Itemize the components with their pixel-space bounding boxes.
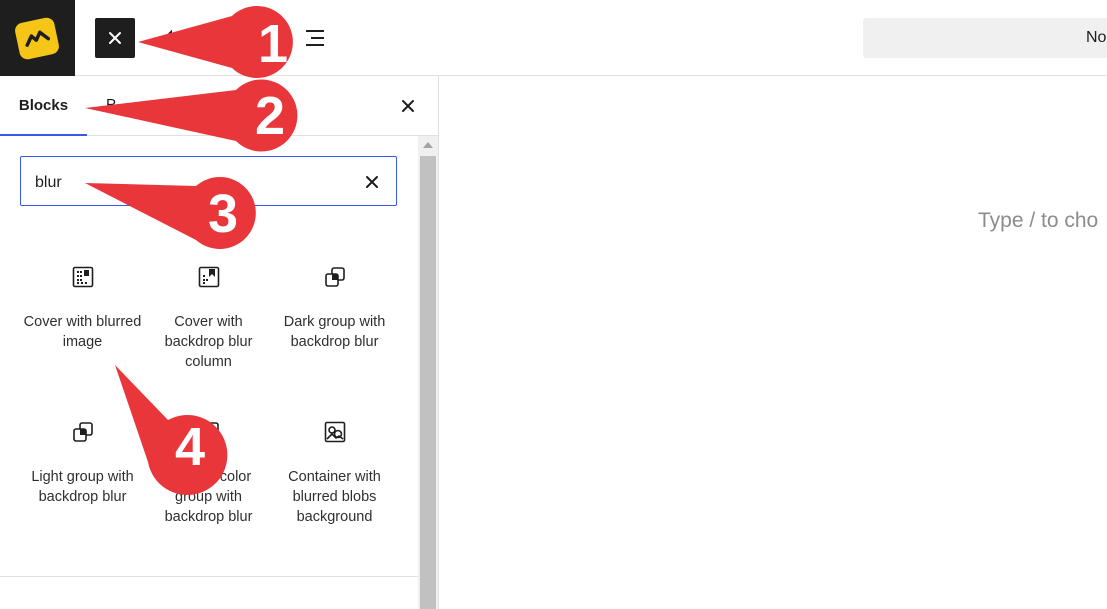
close-icon [109, 32, 121, 44]
image-icon [324, 421, 346, 443]
group-icon [325, 267, 345, 287]
scroll-up-arrow-icon[interactable] [423, 142, 433, 148]
block-item-label: Cover with blurred image [23, 314, 142, 350]
list-view-icon[interactable] [304, 28, 326, 48]
block-item-light-group-backdrop-blur[interactable]: Light group with backdrop blur [20, 421, 145, 551]
block-item-primary-color-group-backdrop-blur[interactable]: Primary color group with backdrop blur [146, 421, 271, 551]
search-input-value: blur [35, 174, 62, 191]
cover-icon [72, 266, 94, 288]
group-icon [199, 422, 219, 442]
close-inserter-button[interactable] [95, 18, 135, 58]
block-item-label: Cover with backdrop blur column [164, 314, 253, 370]
block-item-cover-blurred-image[interactable]: Cover with blurred image [20, 266, 145, 396]
site-logo[interactable] [0, 0, 75, 76]
inserter-tabs: Blocks P [0, 76, 438, 136]
undo-icon[interactable] [160, 26, 184, 50]
block-item-dark-group-backdrop-blur[interactable]: Dark group with backdrop blur [272, 266, 397, 396]
group-icon [73, 422, 93, 442]
block-item-cover-backdrop-blur-column[interactable]: Cover with backdrop blur column [146, 266, 271, 396]
block-inserter-panel: Blocks P blur Cover with blurred image C… [0, 76, 439, 609]
block-item-label: Dark group with backdrop blur [283, 314, 386, 350]
logo-icon [13, 16, 61, 61]
editor-canvas[interactable]: Type / to cho [440, 77, 1107, 609]
inserter-scroll-area: blur Cover with blurred image Cover with… [0, 136, 418, 609]
editor-header: No [0, 0, 1107, 76]
block-item-label: Container with blurred blobs background [288, 469, 381, 525]
close-panel-icon[interactable] [398, 96, 418, 116]
panel-scrollbar[interactable] [418, 136, 438, 609]
scrollbar-thumb[interactable] [420, 156, 436, 609]
tab-patterns-label: P [106, 96, 117, 113]
block-item-label: Primary color group with backdrop blur [164, 469, 253, 525]
cover-icon [198, 266, 220, 288]
block-search-input[interactable]: blur [20, 156, 397, 206]
document-title-bar[interactable]: No [863, 18, 1107, 58]
block-placeholder-text[interactable]: Type / to cho [978, 209, 1098, 233]
tab-blocks[interactable]: Blocks [0, 76, 87, 136]
block-item-container-blurred-blobs[interactable]: Container with blurred blobs background [272, 421, 397, 551]
document-title-text: No [1086, 29, 1107, 46]
tab-patterns[interactable]: P [106, 96, 126, 113]
clear-search-icon[interactable] [363, 173, 381, 191]
panel-divider [0, 576, 418, 577]
block-item-label: Light group with backdrop blur [31, 469, 134, 505]
tab-blocks-label: Blocks [18, 96, 69, 114]
